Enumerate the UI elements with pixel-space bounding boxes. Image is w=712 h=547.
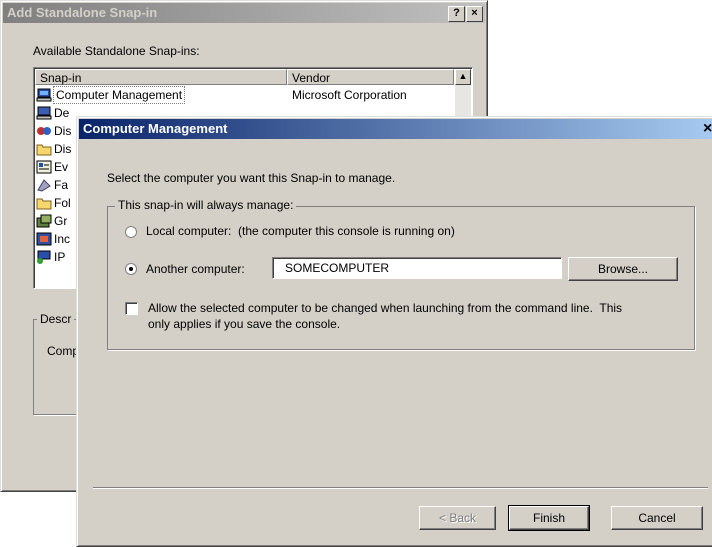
window-title: Add Standalone Snap-in [7,5,158,20]
dialog-prompt: Select the computer you want this Snap-i… [107,171,396,185]
snapin-vendor: Microsoft Corporation [292,88,407,102]
column-header-vendor[interactable]: Vendor [287,69,454,85]
device-icon [36,106,52,120]
event-viewer-icon [36,160,52,174]
dialog-title: Computer Management [83,121,228,136]
another-computer-label[interactable]: Another computer: [146,262,245,276]
folder-icon [36,198,52,210]
allow-change-label-line2[interactable]: only applies if you save the console. [148,317,340,331]
title-bar: Computer Management × [79,119,712,139]
list-item[interactable]: Computer Management Microsoft Corporatio… [36,86,466,104]
snapin-name: IP [54,250,66,264]
snapin-name: Dis [54,142,72,156]
snapin-name: Ev [54,160,69,174]
snapin-name: Dis [54,124,72,138]
button-separator [93,487,708,489]
description-text: Comp [47,344,80,358]
manage-group-label: This snap-in will always manage: [115,198,297,212]
snapin-name: Computer Management [52,86,186,104]
folder-icon [36,144,52,156]
computer-name-value: SOMECOMPUTER [285,261,390,275]
local-computer-radio[interactable] [125,226,137,238]
computer-icon [36,88,52,102]
local-computer-label[interactable]: Local computer: (the computer this conso… [146,224,455,238]
column-header-snapin[interactable]: Snap-in [35,69,287,85]
fax-icon [37,179,51,192]
title-bar: Add Standalone Snap-in ? × [3,3,485,23]
disk-icon [37,127,51,135]
allow-change-checkbox[interactable] [125,302,138,315]
snapin-name: Fa [54,178,69,192]
snapin-name: Inc [54,232,71,246]
cancel-button[interactable]: Cancel [611,506,703,530]
finish-button[interactable]: Finish [508,505,590,531]
another-computer-radio[interactable] [125,263,137,275]
available-snapins-label: Available Standalone Snap-ins: [33,44,200,58]
scroll-up-button[interactable]: ▲ [455,69,471,85]
allow-change-label-line1[interactable]: Allow the selected computer to be change… [148,301,622,315]
snapin-name: De [54,106,70,120]
group-policy-icon [36,214,52,228]
close-button[interactable]: × [466,6,483,22]
back-button[interactable]: < Back [419,506,496,530]
computer-management-dialog: Computer Management × Select the compute… [76,116,712,547]
close-icon[interactable]: × [703,119,712,139]
description-label: Descr [37,312,75,326]
browse-button[interactable]: Browse... [568,257,678,281]
help-button[interactable]: ? [448,6,465,22]
snapin-name: Gr [54,214,68,228]
ip-security-icon [37,250,51,264]
snapin-name: Fol [54,196,71,210]
computer-name-input[interactable]: SOMECOMPUTER [272,257,562,279]
indexing-icon [36,232,52,246]
